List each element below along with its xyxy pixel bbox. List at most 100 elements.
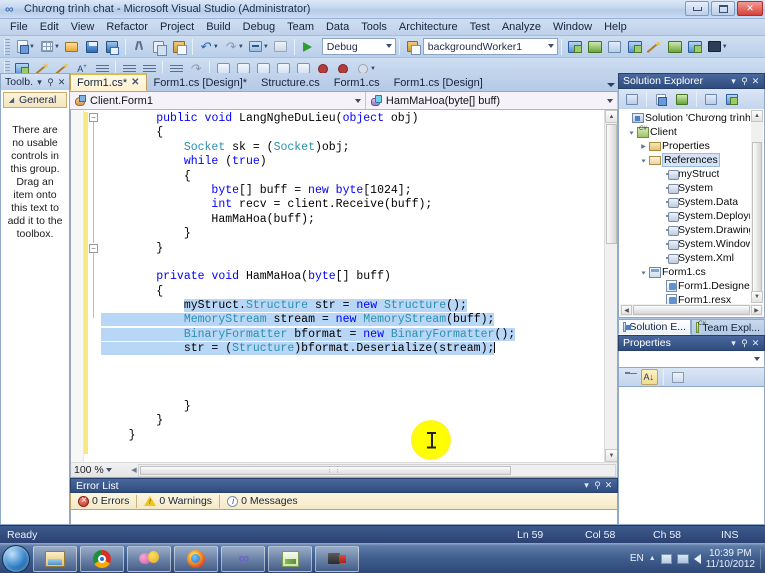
copy-icon[interactable]: [149, 37, 169, 57]
auto-hide-pin-icon[interactable]: ⚲: [739, 76, 750, 87]
tree-node-system-windows[interactable]: System.Window: [622, 237, 750, 251]
menu-tools[interactable]: Tools: [355, 20, 393, 34]
tab-form1-cs[interactable]: Form1.cs: [327, 73, 387, 91]
collapse-region-toggle[interactable]: −: [89, 244, 98, 253]
taskbar-item-firefox[interactable]: [174, 545, 218, 572]
editor-vertical-scrollbar[interactable]: ▲ ▼: [604, 110, 617, 462]
solution-configuration-select[interactable]: Debug: [321, 38, 396, 55]
warnings-filter-button[interactable]: 0 Warnings: [137, 494, 219, 509]
editor-horizontal-scrollbar[interactable]: [138, 463, 616, 477]
language-indicator[interactable]: EN: [630, 553, 644, 564]
scroll-up-button[interactable]: ▲: [605, 110, 617, 123]
auto-hide-pin-icon[interactable]: ⚲: [45, 77, 56, 88]
menu-edit[interactable]: Edit: [34, 20, 65, 34]
chevron-down-icon[interactable]: ▾: [728, 338, 739, 349]
taskbar-item-windows-explorer[interactable]: [33, 545, 77, 572]
expander-icon[interactable]: [627, 129, 636, 136]
dock-tab-team-explorer[interactable]: Team Expl...: [690, 319, 765, 335]
save-icon[interactable]: [82, 37, 102, 57]
scroll-down-button[interactable]: ▼: [751, 291, 763, 303]
network-icon[interactable]: [660, 553, 672, 564]
toolbox-icon[interactable]: [585, 37, 605, 57]
menu-view[interactable]: View: [65, 20, 101, 34]
outlining-margin[interactable]: − −: [88, 110, 100, 462]
tree-node-references[interactable]: References: [622, 153, 750, 167]
show-desktop-button[interactable]: [760, 548, 761, 569]
close-icon[interactable]: ✕: [603, 480, 614, 491]
scroll-thumb[interactable]: [140, 465, 512, 475]
expander-icon[interactable]: [639, 269, 648, 276]
close-button[interactable]: ✕: [737, 1, 763, 16]
scroll-right-button[interactable]: ▶: [751, 305, 762, 315]
properties-icon[interactable]: [622, 89, 642, 109]
code-text[interactable]: public void LangNgheDuLieu(object obj) {…: [101, 112, 603, 462]
scroll-up-button[interactable]: ▲: [751, 110, 763, 122]
paste-icon[interactable]: [169, 37, 189, 57]
taskbar-item-yahoo-messenger[interactable]: [127, 545, 171, 572]
tree-node-solution[interactable]: Solution 'Chương trình cha: [622, 111, 750, 125]
new-project-icon[interactable]: [12, 37, 32, 57]
tree-node-system-data[interactable]: System.Data: [622, 195, 750, 209]
expander-icon[interactable]: [639, 143, 648, 150]
tab-overflow-chevron-icon[interactable]: [607, 83, 615, 87]
redo-icon[interactable]: [221, 37, 241, 57]
taskbar-item-notepad[interactable]: [268, 545, 312, 572]
menu-team[interactable]: Team: [281, 20, 320, 34]
navigate-backward-icon[interactable]: [246, 37, 266, 57]
tab-form1-cs-design[interactable]: Form1.cs [Design]: [387, 73, 490, 91]
close-icon[interactable]: ✕: [131, 77, 139, 88]
tree-node-mystruct[interactable]: myStruct: [622, 167, 750, 181]
tree-node-client[interactable]: Client: [622, 125, 750, 139]
property-pages-icon[interactable]: [669, 369, 686, 385]
scroll-left-button[interactable]: ◀: [621, 305, 632, 315]
class-view-icon[interactable]: [685, 37, 705, 57]
undo-icon[interactable]: [196, 37, 216, 57]
scroll-thumb[interactable]: [606, 124, 617, 244]
solution-explorer-tree[interactable]: Solution 'Chương trình cha Client Proper…: [618, 109, 765, 318]
find-in-files-icon[interactable]: [565, 37, 585, 57]
collapse-region-toggle[interactable]: −: [89, 113, 98, 122]
minimize-button[interactable]: [685, 1, 709, 16]
dock-tab-solution-explorer[interactable]: Solution E...: [618, 319, 691, 335]
properties-object-select[interactable]: [618, 351, 765, 368]
action-center-icon[interactable]: [676, 553, 689, 564]
add-new-item-icon[interactable]: [37, 37, 57, 57]
tree-node-system[interactable]: System: [622, 181, 750, 195]
start-orb-icon[interactable]: [2, 544, 30, 573]
chevron-down-icon[interactable]: ▾: [728, 76, 739, 87]
scroll-left-button[interactable]: ◀: [130, 466, 138, 474]
menu-debug[interactable]: Debug: [237, 20, 281, 34]
solution-explorer-horizontal-scrollbar[interactable]: ◀ ▶: [620, 304, 763, 316]
menu-project[interactable]: Project: [154, 20, 200, 34]
navigation-member-select[interactable]: HamMaHoa(byte[] buff): [366, 92, 618, 109]
solution-explorer-vertical-scrollbar[interactable]: ▲ ▼: [751, 110, 763, 303]
target-object-select[interactable]: backgroundWorker1: [422, 38, 558, 55]
messages-filter-button[interactable]: 0 Messages: [220, 494, 305, 509]
menu-file[interactable]: File: [4, 20, 34, 34]
close-icon[interactable]: ✕: [56, 77, 67, 88]
categorized-icon[interactable]: [622, 369, 639, 385]
close-icon[interactable]: ✕: [750, 338, 761, 349]
scroll-thumb[interactable]: [633, 305, 750, 315]
menu-analyze[interactable]: Analyze: [496, 20, 547, 34]
menu-data[interactable]: Data: [320, 20, 355, 34]
tree-node-system-xml[interactable]: System.Xml: [622, 251, 750, 265]
tree-node-form1-designer[interactable]: Form1.Designer.: [622, 279, 750, 293]
navigation-class-select[interactable]: Client.Form1: [70, 92, 366, 109]
tab-form1-cs-active[interactable]: Form1.cs* ✕: [70, 73, 147, 91]
cut-icon[interactable]: [129, 37, 149, 57]
close-icon[interactable]: ✕: [750, 76, 761, 87]
toolbar-grip[interactable]: [4, 38, 10, 55]
maximize-button[interactable]: [711, 1, 735, 16]
object-browser-icon[interactable]: [625, 37, 645, 57]
tree-node-system-drawing[interactable]: System.Drawing: [622, 223, 750, 237]
code-snippet-icon[interactable]: [645, 37, 665, 57]
view-code-icon[interactable]: [701, 89, 721, 109]
menu-test[interactable]: Test: [464, 20, 496, 34]
alphabetical-icon[interactable]: A↓: [641, 369, 658, 385]
tree-node-form1-cs[interactable]: Form1.cs: [622, 265, 750, 279]
tab-structure-cs[interactable]: Structure.cs: [254, 73, 327, 91]
menu-refactor[interactable]: Refactor: [100, 20, 154, 34]
errors-filter-button[interactable]: 0 Errors: [71, 494, 136, 509]
target-icon[interactable]: [403, 37, 423, 57]
